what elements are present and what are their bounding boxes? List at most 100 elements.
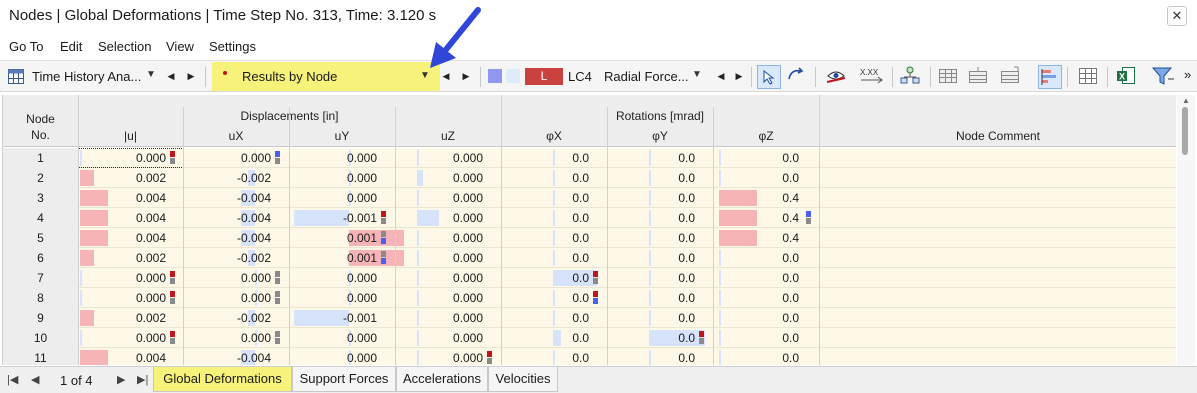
node-column-header[interactable]: Node No. xyxy=(3,111,78,143)
column-header-phiz[interactable]: φZ xyxy=(713,129,819,143)
column-header-uy[interactable]: uY xyxy=(289,129,395,143)
cell-phix[interactable]: 0.0 xyxy=(501,288,607,308)
cell-uy[interactable]: 0.000 xyxy=(289,268,395,288)
cell-phix[interactable]: 0.0 xyxy=(501,148,607,168)
cell-uz[interactable]: 0.000 xyxy=(395,188,501,208)
table-row[interactable]: 11 0.004 -0.004 0.000 0.000 0.0 0.0 0.0 xyxy=(3,348,1176,365)
cell-node-comment[interactable] xyxy=(819,208,1176,228)
cell-u[interactable]: 0.000 xyxy=(78,288,184,308)
row-number-cell[interactable]: 9 xyxy=(3,308,78,328)
cell-phiz[interactable]: 0.0 xyxy=(713,328,819,348)
table-columns-icon[interactable] xyxy=(937,65,961,89)
tab-velocities[interactable]: Velocities xyxy=(488,367,558,392)
row-number-cell[interactable]: 2 xyxy=(3,168,78,188)
tab-accelerations[interactable]: Accelerations xyxy=(396,367,488,392)
row-number-cell[interactable]: 4 xyxy=(3,208,78,228)
cell-uy[interactable]: 0.000 xyxy=(289,168,395,188)
menu-edit[interactable]: Edit xyxy=(60,39,82,54)
cell-u[interactable]: 0.000 xyxy=(78,328,184,348)
grid-view-icon[interactable] xyxy=(1077,65,1101,89)
scrollbar-thumb[interactable] xyxy=(1182,107,1188,155)
row-number-cell[interactable]: 8 xyxy=(3,288,78,308)
cell-phiy[interactable]: 0.0 xyxy=(607,168,713,188)
cell-uz[interactable]: 0.000 xyxy=(395,268,501,288)
view-eye-icon[interactable] xyxy=(824,65,848,89)
cell-phiz[interactable]: 0.0 xyxy=(713,168,819,188)
cell-node-comment[interactable] xyxy=(819,348,1176,365)
cell-uy[interactable]: 0.000 xyxy=(289,348,395,365)
cell-node-comment[interactable] xyxy=(819,148,1176,168)
column-header-u[interactable]: |u| xyxy=(78,129,183,143)
cell-uy[interactable]: -0.001 xyxy=(289,208,395,228)
select-in-model-icon[interactable] xyxy=(757,65,781,89)
previous-load-case-button[interactable]: ◀ xyxy=(713,66,729,87)
table-row[interactable]: 1 0.000 0.000 0.000 0.000 0.0 0.0 0.0 xyxy=(3,148,1176,168)
cell-uz[interactable]: 0.000 xyxy=(395,328,501,348)
row-number-cell[interactable]: 11 xyxy=(3,348,78,365)
cell-phiz[interactable]: 0.0 xyxy=(713,348,819,365)
table-row[interactable]: 7 0.000 0.000 0.000 0.000 0.0 0.0 0.0 xyxy=(3,268,1176,288)
table-row[interactable]: 5 0.004 -0.004 0.001 0.000 0.0 0.0 0.4 xyxy=(3,228,1176,248)
cell-phiz[interactable]: 0.0 xyxy=(713,308,819,328)
cell-u[interactable]: 0.004 xyxy=(78,348,184,365)
cell-u[interactable]: 0.000 xyxy=(78,148,184,168)
cell-phix[interactable]: 0.0 xyxy=(501,188,607,208)
cell-uy[interactable]: 0.000 xyxy=(289,288,395,308)
cell-ux[interactable]: 0.000 xyxy=(183,328,289,348)
cell-phiz[interactable]: 0.0 xyxy=(713,268,819,288)
menu-settings[interactable]: Settings xyxy=(209,39,256,54)
row-number-cell[interactable]: 7 xyxy=(3,268,78,288)
cell-u[interactable]: 0.002 xyxy=(78,248,184,268)
cell-phix[interactable]: 0.0 xyxy=(501,168,607,188)
cell-phix[interactable]: 0.0 xyxy=(501,328,607,348)
menu-view[interactable]: View xyxy=(166,39,194,54)
last-page-icon[interactable]: ▶| xyxy=(137,373,148,386)
cell-ux[interactable]: -0.002 xyxy=(183,248,289,268)
table-row[interactable]: 9 0.002 -0.002 -0.001 0.000 0.0 0.0 0.0 xyxy=(3,308,1176,328)
cell-u[interactable]: 0.004 xyxy=(78,228,184,248)
tab-support-forces[interactable]: Support Forces xyxy=(292,367,396,392)
cell-node-comment[interactable] xyxy=(819,168,1176,188)
vertical-scrollbar[interactable]: ▲ xyxy=(1177,95,1195,365)
cell-uy[interactable]: 0.000 xyxy=(289,328,395,348)
toolbar-overflow-button[interactable]: » xyxy=(1184,67,1191,82)
filter-tree-icon[interactable] xyxy=(899,65,923,89)
cell-phiz[interactable]: 0.0 xyxy=(713,288,819,308)
cell-node-comment[interactable] xyxy=(819,308,1176,328)
column-header-uz[interactable]: uZ xyxy=(395,129,501,143)
cell-uy[interactable]: -0.001 xyxy=(289,308,395,328)
tab-global-deformations[interactable]: Global Deformations xyxy=(153,367,292,392)
cell-uy[interactable]: 0.001 xyxy=(289,248,404,268)
cell-uz[interactable]: 0.000 xyxy=(395,348,501,365)
previous-page-icon[interactable]: ◀ xyxy=(31,373,39,386)
cell-node-comment[interactable] xyxy=(819,328,1176,348)
cell-uy[interactable]: 0.000 xyxy=(289,188,395,208)
cell-ux[interactable]: -0.004 xyxy=(183,348,289,365)
cell-phiy[interactable]: 0.0 xyxy=(607,208,713,228)
cell-ux[interactable]: -0.004 xyxy=(183,188,289,208)
cell-phix[interactable]: 0.0 xyxy=(501,228,607,248)
table-row[interactable]: 3 0.004 -0.004 0.000 0.000 0.0 0.0 0.4 xyxy=(3,188,1176,208)
cell-phiy[interactable]: 0.0 xyxy=(607,248,713,268)
next-load-case-button[interactable]: ▶ xyxy=(731,66,747,87)
cell-phiy[interactable]: 0.0 xyxy=(607,148,713,168)
cell-node-comment[interactable] xyxy=(819,188,1176,208)
results-by-combo[interactable]: Results by Node ▼ xyxy=(212,62,440,91)
row-number-cell[interactable]: 3 xyxy=(3,188,78,208)
cell-phix[interactable]: 0.0 xyxy=(501,248,607,268)
menu-selection[interactable]: Selection xyxy=(98,39,151,54)
cell-uy[interactable]: 0.000 xyxy=(289,148,395,168)
bar-chart-icon[interactable] xyxy=(1038,65,1062,89)
cell-phiz[interactable]: 0.0 xyxy=(713,248,819,268)
cell-phix[interactable]: 0.0 xyxy=(501,308,607,328)
cell-ux[interactable]: 0.000 xyxy=(183,288,289,308)
row-number-cell[interactable]: 10 xyxy=(3,328,78,348)
table-row[interactable]: 2 0.002 -0.002 0.000 0.000 0.0 0.0 0.0 xyxy=(3,168,1176,188)
first-page-icon[interactable]: |◀ xyxy=(7,373,18,386)
table-row[interactable]: 4 0.004 -0.004 -0.001 0.000 0.0 0.0 0.4 xyxy=(3,208,1176,228)
jump-to-object-icon[interactable] xyxy=(785,65,809,89)
cell-uz[interactable]: 0.000 xyxy=(395,208,501,228)
previous-analysis-button[interactable]: ◀ xyxy=(163,66,179,87)
cell-uz[interactable]: 0.000 xyxy=(395,248,501,268)
cell-phiy[interactable]: 0.0 xyxy=(607,268,713,288)
